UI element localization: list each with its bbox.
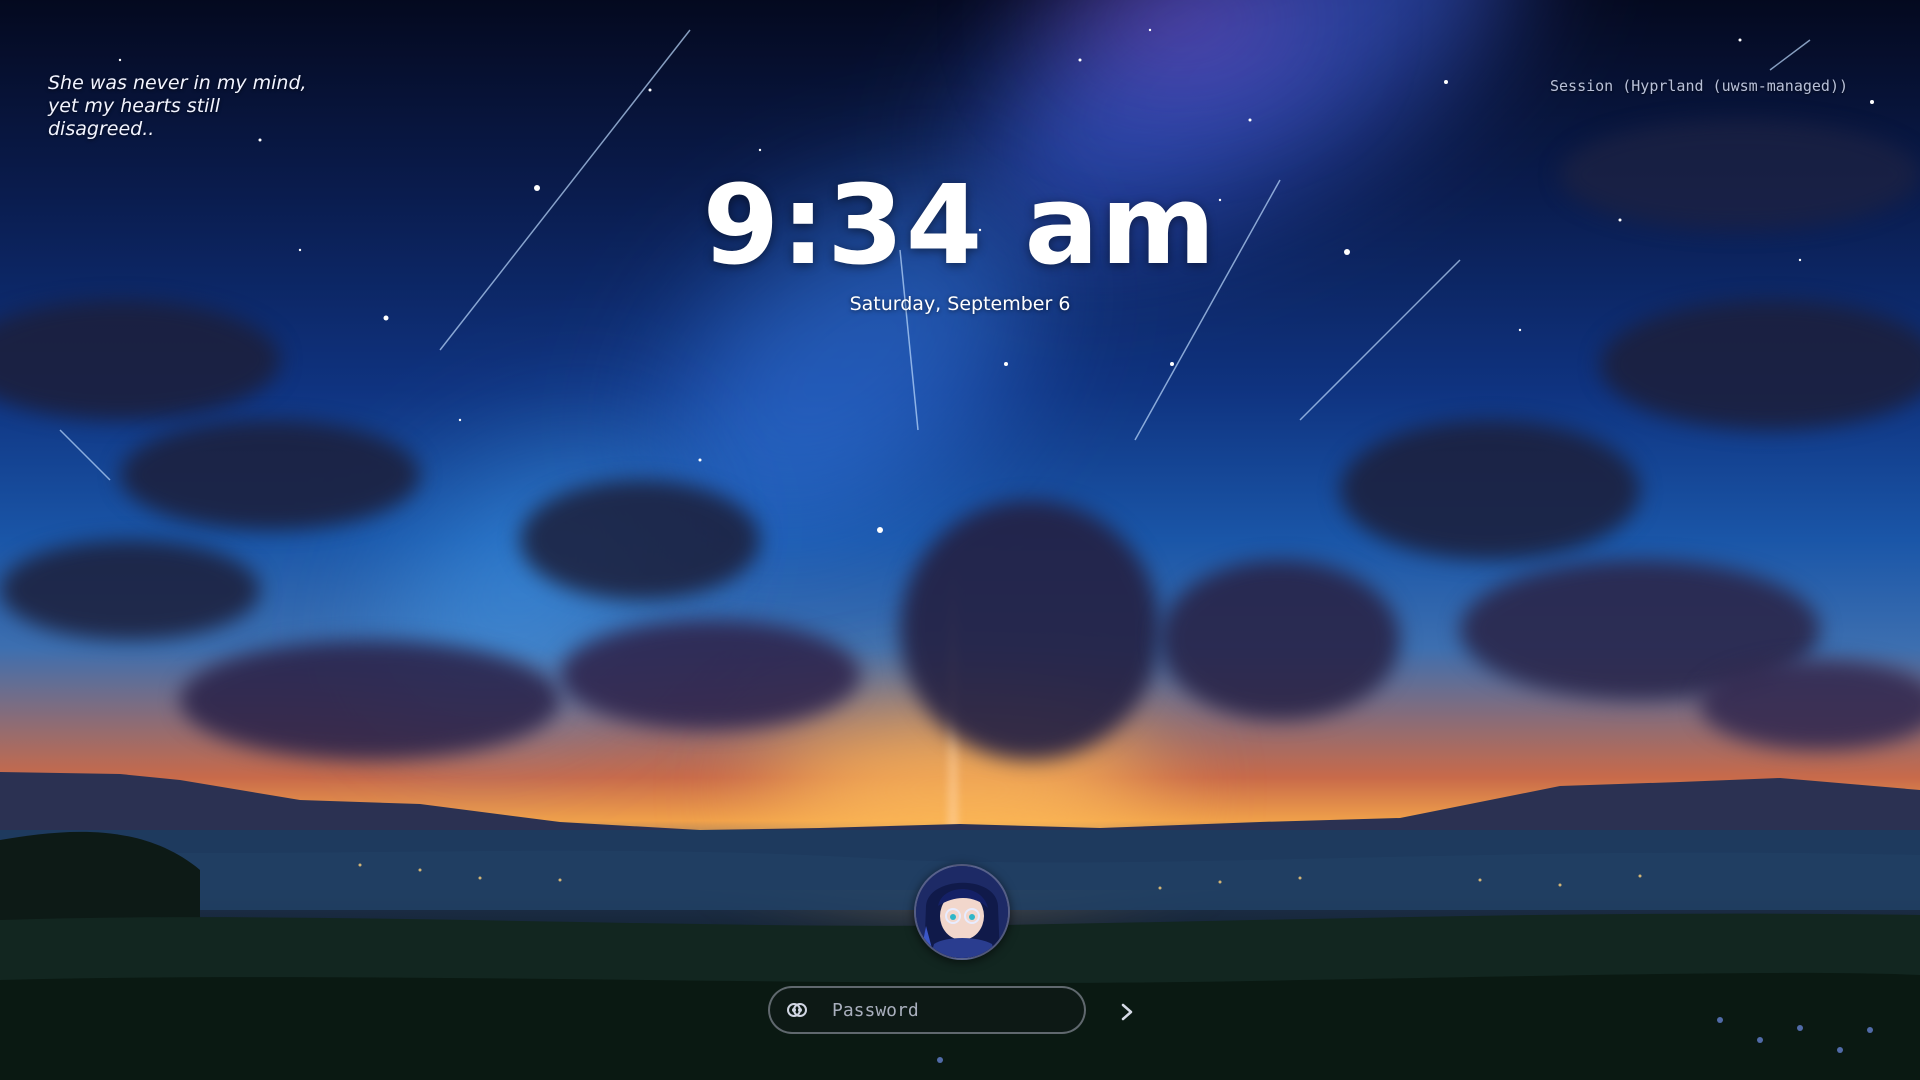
lockscreen-quote: She was never in my mind, yet my hearts … <box>48 72 307 140</box>
eye-toggle-icon[interactable] <box>786 1000 808 1020</box>
chevron-right-icon <box>1121 1003 1133 1021</box>
clock-time: 9:34 am <box>702 161 1218 289</box>
password-field-container[interactable] <box>768 986 1086 1034</box>
session-label: Session (Hyprland (uwsm-managed)) <box>1549 77 1848 95</box>
password-input[interactable] <box>832 996 1062 1024</box>
clock-date: Saturday, September 6 <box>849 293 1071 315</box>
avatar-icon <box>916 866 1008 958</box>
submit-button[interactable] <box>1112 997 1142 1027</box>
user-avatar <box>914 864 1010 960</box>
